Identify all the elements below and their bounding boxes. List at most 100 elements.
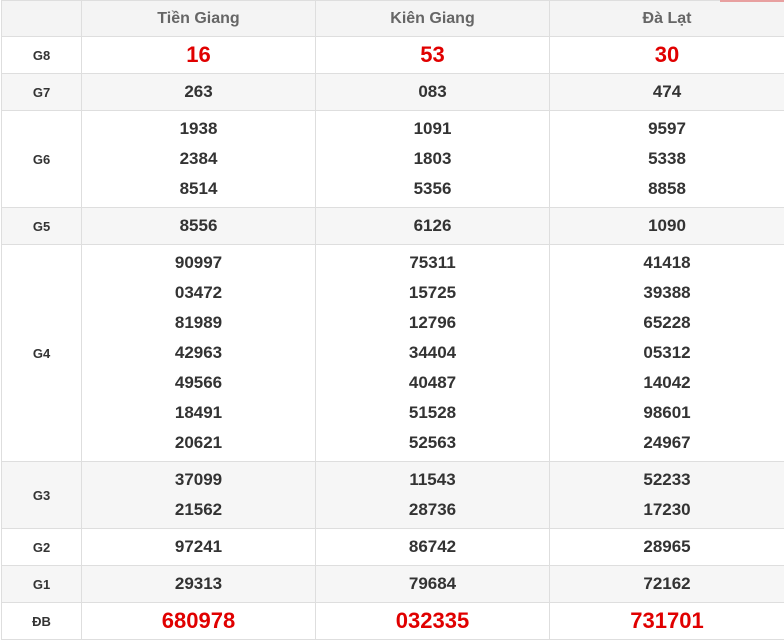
prize-number: 53: [420, 42, 445, 67]
prize-number: 18491: [174, 403, 223, 422]
prize-value-cell: 1090: [549, 207, 784, 245]
prize-number: 14042: [643, 373, 691, 392]
prize-value-cell: 263: [81, 73, 316, 111]
prize-value-cell: 53: [315, 36, 550, 74]
prize-number: 16: [186, 42, 211, 67]
prize-value-cell: 52233 17230: [549, 461, 784, 529]
prize-row-g1: G1 29313 79684 72162: [1, 565, 784, 603]
prize-row-g5: G5 8556 6126 1090: [1, 207, 784, 245]
prize-number: 2384: [179, 149, 218, 168]
prize-label: G1: [1, 565, 82, 603]
prize-label: G6: [1, 110, 82, 208]
prize-value-cell: 28965: [549, 528, 784, 566]
prize-row-g7: G7 263 083 474: [1, 73, 784, 111]
prize-row-g4: G4 90997 03472 81989 42963 49566 18491 2…: [1, 244, 784, 462]
accent-line: [720, 0, 784, 2]
prize-label: G4: [1, 244, 82, 462]
prize-number: 97241: [174, 537, 223, 556]
prize-number: 032335: [395, 608, 470, 633]
prize-number: 30: [654, 42, 680, 67]
prize-value-cell: 6126: [315, 207, 550, 245]
prize-number: 05312: [643, 343, 691, 362]
prize-value-cell: 90997 03472 81989 42963 49566 18491 2062…: [81, 244, 316, 462]
prize-label: G3: [1, 461, 82, 529]
prize-number: 731701: [630, 608, 704, 633]
prize-number: 1091: [413, 119, 452, 138]
prize-number: 65228: [643, 313, 691, 332]
lottery-results-table: Tiền Giang Kiên Giang Đà Lạt G8 16 53 30…: [1, 0, 784, 640]
prize-label: ĐB: [1, 602, 82, 640]
prize-value-cell: 16: [81, 36, 316, 74]
province-header-tien-giang: Tiền Giang: [81, 0, 316, 37]
prize-value-cell: 37099 21562: [81, 461, 316, 529]
prize-value-cell: 9597 5338 8858: [549, 110, 784, 208]
prize-number: 15725: [408, 283, 457, 302]
prize-number: 75311: [409, 253, 456, 272]
prize-number: 17230: [643, 500, 691, 519]
prize-number: 263: [184, 82, 213, 101]
prize-value-cell: 79684: [315, 565, 550, 603]
header-row: Tiền Giang Kiên Giang Đà Lạt: [1, 0, 784, 37]
province-header-kien-giang: Kiên Giang: [315, 0, 550, 37]
prize-value-cell: 1091 1803 5356: [315, 110, 550, 208]
prize-number: 51528: [408, 403, 457, 422]
prize-number: 8556: [179, 216, 218, 235]
prize-number: 083: [418, 82, 447, 101]
prize-value-cell: 680978: [81, 602, 316, 640]
prize-number: 5356: [413, 179, 452, 198]
prize-number: 12796: [408, 313, 457, 332]
prize-number: 9597: [648, 119, 686, 138]
prize-value-cell: 72162: [549, 565, 784, 603]
prize-value-cell: 75311 15725 12796 34404 40487 51528 5256…: [315, 244, 550, 462]
province-header-da-lat: Đà Lạt: [549, 0, 784, 37]
prize-number: 8858: [648, 179, 686, 198]
prize-row-special: ĐB 680978 032335 731701: [1, 602, 784, 640]
prize-number: 29313: [174, 574, 223, 593]
prize-number: 72162: [643, 574, 691, 593]
prize-value-cell: 30: [549, 36, 784, 74]
prize-number: 6126: [413, 216, 452, 235]
prize-value-cell: 731701: [549, 602, 784, 640]
prize-number: 98601: [643, 403, 691, 422]
prize-row-g8: G8 16 53 30: [1, 36, 784, 74]
prize-label: G7: [1, 73, 82, 111]
prize-number: 49566: [174, 373, 223, 392]
prize-number: 21562: [174, 500, 223, 519]
prize-number: 90997: [174, 253, 223, 272]
prize-number: 81989: [174, 313, 223, 332]
prize-value-cell: 29313: [81, 565, 316, 603]
prize-number: 8514: [179, 179, 218, 198]
prize-label: G5: [1, 207, 82, 245]
prize-value-cell: 8556: [81, 207, 316, 245]
prize-number: 79684: [408, 574, 457, 593]
header-corner: [1, 0, 82, 37]
prize-value-cell: 97241: [81, 528, 316, 566]
prize-number: 20621: [174, 433, 223, 452]
prize-value-cell: 083: [315, 73, 550, 111]
prize-value-cell: 1938 2384 8514: [81, 110, 316, 208]
prize-value-cell: 86742: [315, 528, 550, 566]
prize-label: G8: [1, 36, 82, 74]
prize-value-cell: 474: [549, 73, 784, 111]
prize-number: 24967: [643, 433, 691, 452]
prize-number: 28736: [408, 500, 457, 519]
prize-label: G2: [1, 528, 82, 566]
prize-number: 28965: [643, 537, 691, 556]
prize-number: 34404: [408, 343, 457, 362]
prize-number: 1938: [179, 119, 218, 138]
prize-number: 03472: [174, 283, 223, 302]
prize-number: 39388: [643, 283, 691, 302]
prize-number: 11543: [409, 470, 456, 489]
prize-number: 42963: [174, 343, 223, 362]
prize-row-g6: G6 1938 2384 8514 1091 1803 5356 9597 53…: [1, 110, 784, 208]
prize-number: 37099: [174, 470, 223, 489]
prize-number: 40487: [408, 373, 457, 392]
prize-row-g3: G3 37099 21562 11543 28736 52233 17230: [1, 461, 784, 529]
prize-value-cell: 032335: [315, 602, 550, 640]
prize-value-cell: 41418 39388 65228 05312 14042 98601 2496…: [549, 244, 784, 462]
prize-number: 5338: [648, 149, 686, 168]
prize-number: 474: [652, 82, 682, 101]
prize-value-cell: 11543 28736: [315, 461, 550, 529]
prize-number: 1090: [648, 216, 686, 235]
prize-number: 1803: [413, 149, 452, 168]
